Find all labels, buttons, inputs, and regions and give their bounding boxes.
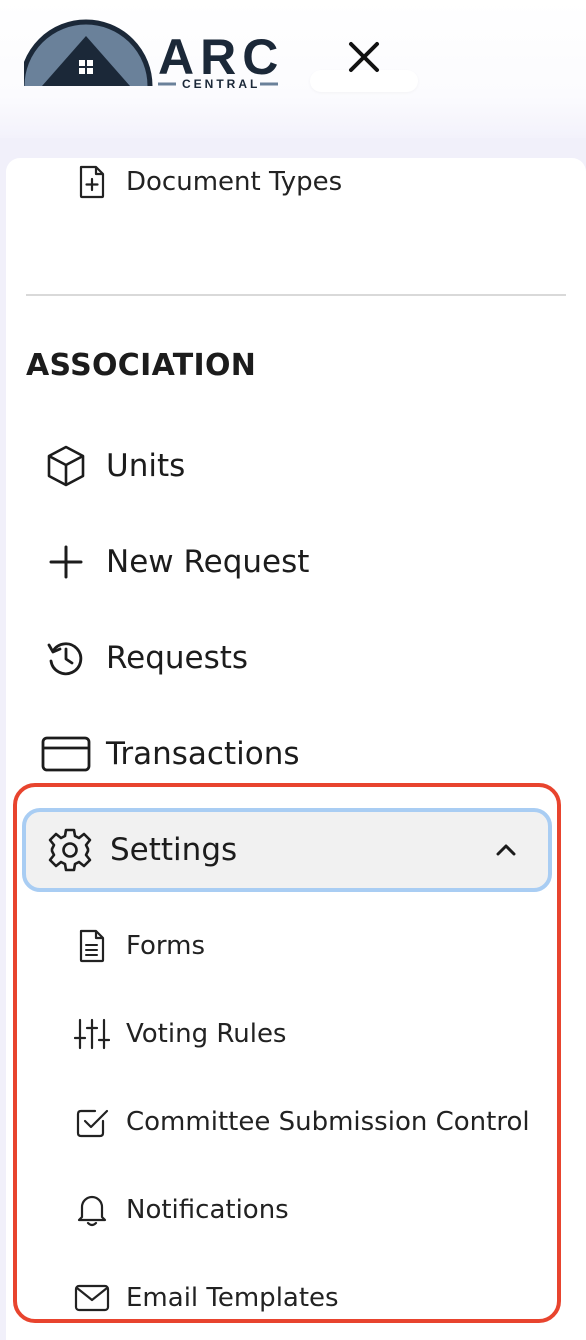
menu-item-label: Transactions — [106, 736, 300, 772]
submenu-item-label: Voting Rules — [126, 1019, 287, 1049]
menu-divider — [26, 294, 566, 296]
menu-item-units[interactable]: Units — [38, 438, 185, 494]
menu-item-document-types[interactable]: Document Types — [72, 160, 342, 204]
menu-item-label: New Request — [106, 544, 310, 580]
plus-icon — [38, 534, 94, 590]
submenu-item-label: Notifications — [126, 1195, 289, 1225]
close-button[interactable] — [338, 34, 390, 80]
gear-icon — [42, 822, 98, 878]
credit-card-icon — [38, 726, 94, 782]
submenu-item-label: Email Templates — [126, 1283, 339, 1313]
menu-item-label: Requests — [106, 640, 249, 676]
submenu-item-notifications[interactable]: Notifications — [72, 1188, 289, 1232]
chevron-up-icon[interactable] — [486, 830, 526, 870]
section-title-association: ASSOCIATION — [26, 348, 257, 383]
submenu-item-email-templates[interactable]: Email Templates — [72, 1276, 339, 1320]
mail-icon — [72, 1278, 112, 1318]
submenu-item-label: Committee Submission Control — [126, 1107, 530, 1137]
menu-item-label: Settings — [110, 832, 238, 868]
history-icon — [38, 630, 94, 686]
check-square-icon — [72, 1102, 112, 1142]
sliders-icon — [72, 1014, 112, 1054]
logo-subtitle: CENTRAL — [182, 77, 260, 90]
file-plus-icon — [72, 162, 112, 202]
menu-item-label: Document Types — [126, 167, 343, 197]
top-bar: ARC CENTRAL — [0, 0, 586, 138]
bell-icon — [72, 1190, 112, 1230]
menu-item-label: Units — [106, 448, 186, 484]
menu-item-settings[interactable]: Settings — [22, 808, 552, 892]
menu-item-new-request[interactable]: New Request — [38, 534, 309, 590]
cube-icon — [38, 438, 94, 494]
submenu-item-committee-submission-control[interactable]: Committee Submission Control — [72, 1100, 530, 1144]
close-icon — [349, 42, 379, 72]
sidebar-menu: Document Types ASSOCIATION Units New Req… — [6, 158, 586, 1340]
arc-central-logo[interactable]: ARC CENTRAL — [24, 18, 286, 91]
submenu-item-voting-rules[interactable]: Voting Rules — [72, 1012, 286, 1056]
file-text-icon — [72, 926, 112, 966]
submenu-item-forms[interactable]: Forms — [72, 924, 205, 968]
menu-item-transactions[interactable]: Transactions — [38, 726, 300, 782]
menu-item-requests[interactable]: Requests — [38, 630, 248, 686]
submenu-item-label: Forms — [126, 931, 206, 961]
